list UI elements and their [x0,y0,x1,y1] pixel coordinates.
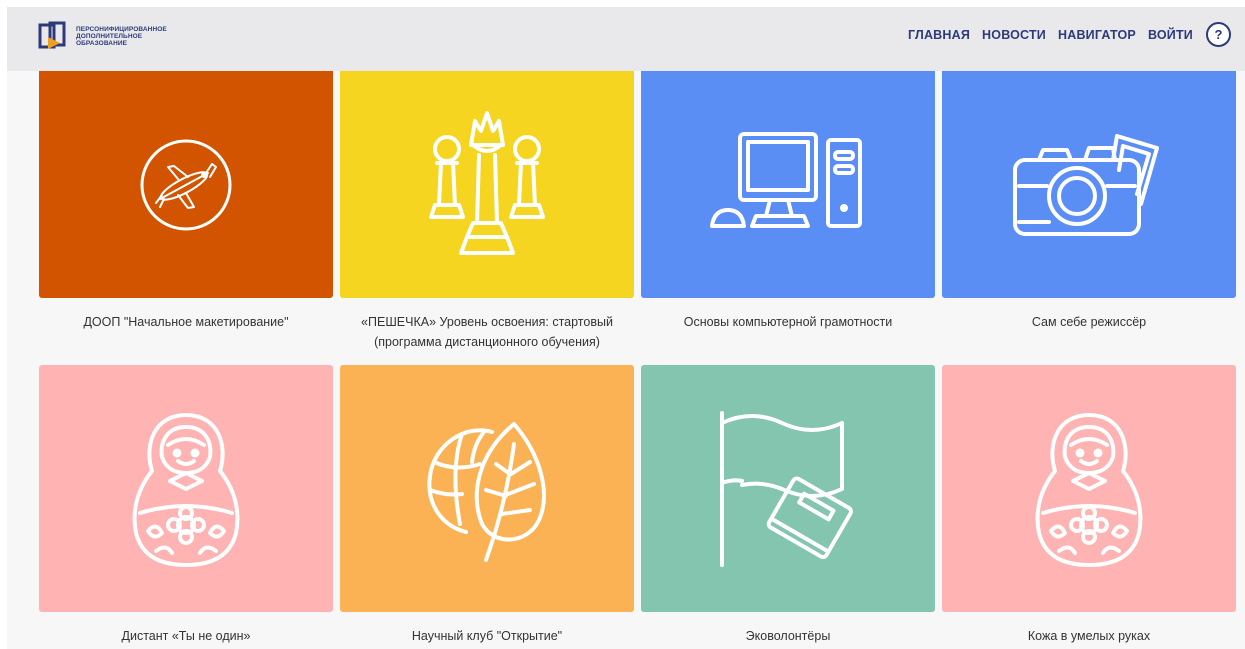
help-icon: ? [1214,27,1223,42]
card-title[interactable]: «ПЕШЕЧКА» Уровень освоения: стартовый (п… [340,312,634,352]
main-nav: ГЛАВНАЯ НОВОСТИ НАВИГАТОР ВОЙТИ ? [896,22,1231,47]
leaf-globe-icon [427,421,546,562]
card-title[interactable]: ДООП "Начальное макетирование" [39,312,333,332]
card-image [942,71,1236,298]
nav-home[interactable]: ГЛАВНАЯ [908,28,970,42]
program-card[interactable]: Дистант «Ты не один» [39,365,333,646]
airplane-icon [140,139,232,230]
camera-icon [1013,133,1159,236]
card-title[interactable]: Научный клуб "Открытие" [340,626,634,646]
card-title[interactable]: Кожа в умелых руках [942,626,1236,646]
matryoshka-icon [1035,412,1143,567]
card-image [39,71,333,298]
program-card[interactable]: Кожа в умелых руках [942,365,1236,646]
nav-news[interactable]: НОВОСТИ [982,28,1046,42]
help-button[interactable]: ? [1206,22,1231,47]
flag-book-icon [720,410,853,567]
logo-line: ДОПОЛНИТЕЛЬНОЕ [76,32,143,40]
logo-icon [38,21,66,49]
program-card[interactable]: Эковолонтёры [641,365,935,646]
program-card[interactable]: «ПЕШЕЧКА» Уровень освоения: стартовый (п… [340,71,634,352]
computer-icon [710,131,862,228]
program-card[interactable]: Основы компьютерной грамотности [641,71,935,332]
card-title[interactable]: Эковолонтёры [641,626,935,646]
program-card[interactable]: Научный клуб "Открытие" [340,365,634,646]
card-image [641,365,935,612]
site-header: ПЕРСОНИФИЦИРОВАННОЕ ДОПОЛНИТЕЛЬНОЕ ОБРАЗ… [7,7,1245,71]
logo-text: ПЕРСОНИФИЦИРОВАННОЕ ДОПОЛНИТЕЛЬНОЕ ОБРАЗ… [76,26,167,47]
card-image [340,365,634,612]
matryoshka-icon [132,412,240,567]
card-image [641,71,935,298]
card-image [39,365,333,612]
nav-login[interactable]: ВОЙТИ [1148,28,1193,42]
program-card[interactable]: ДООП "Начальное макетирование" [39,71,333,332]
chess-icon [429,110,545,255]
card-image [340,71,634,298]
card-title[interactable]: Сам себе режиссёр [942,312,1236,332]
card-title[interactable]: Дистант «Ты не один» [39,626,333,646]
card-title[interactable]: Основы компьютерной грамотности [641,312,935,332]
nav-navigator[interactable]: НАВИГАТОР [1058,28,1136,42]
site-logo[interactable]: ПЕРСОНИФИЦИРОВАННОЕ ДОПОЛНИТЕЛЬНОЕ ОБРАЗ… [36,19,167,53]
program-card[interactable]: Сам себе режиссёр [942,71,1236,332]
card-image [942,365,1236,612]
page-frame: ДООП "Начальное макетирование" «ПЕШЕЧКА»… [7,7,1245,649]
logo-line: ПЕРСОНИФИЦИРОВАННОЕ [76,25,167,33]
logo-line: ОБРАЗОВАНИЕ [76,39,128,47]
